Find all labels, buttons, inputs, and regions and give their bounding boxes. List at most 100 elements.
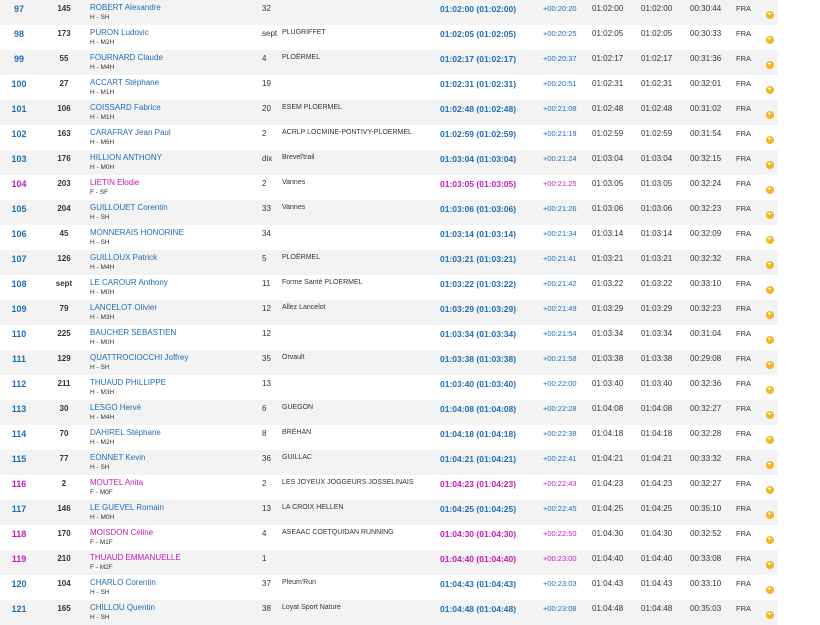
runner-name-link[interactable]: CHILLOU Quentin: [90, 603, 262, 613]
runner-cell: MOUTEL Anita F - M0F: [90, 475, 262, 500]
plus-circle-icon[interactable]: +: [765, 411, 774, 419]
plus-circle-icon[interactable]: +: [765, 111, 774, 119]
plus-circle-icon[interactable]: +: [765, 261, 774, 269]
runner-name-link[interactable]: CARAFRAY Jean Paul: [90, 128, 262, 138]
table-row[interactable]: 114 70 DAHIREL Stéphane H - M2H 8 BRÉHAN…: [0, 425, 778, 450]
runner-name-link[interactable]: LIETIN Elodie: [90, 178, 262, 188]
runner-name-link[interactable]: GUILLOUX Patrick: [90, 253, 262, 263]
time-1-cell: 01:02:48: [592, 104, 624, 113]
table-row[interactable]: 98 173 PURON Ludovic H - M2H sept PLUGRI…: [0, 25, 778, 50]
gap-cell: +00:21:49: [543, 304, 577, 313]
category-label: H - M1H: [90, 89, 115, 96]
runner-name-link[interactable]: GUILLOUET Corentin: [90, 203, 262, 213]
table-row[interactable]: 102 163 CARAFRAY Jean Paul H - M6H 2 ACR…: [0, 125, 778, 150]
plus-circle-icon[interactable]: +: [765, 286, 774, 294]
time-2-cell: 01:03:38: [641, 354, 673, 363]
club-cell: [282, 225, 440, 250]
runner-name-link[interactable]: THUAUD EMMANUELLE: [90, 553, 262, 563]
gap-cell: +00:21:08: [543, 104, 577, 113]
plus-circle-icon[interactable]: +: [765, 511, 774, 519]
plus-circle-icon[interactable]: +: [765, 311, 774, 319]
table-row[interactable]: 110 225 BAUCHER SEBASTIEN H - M0H 12 01:…: [0, 325, 778, 350]
category-rank-cell: 8: [262, 429, 267, 438]
plus-circle-icon[interactable]: +: [765, 436, 774, 444]
time-2-cell: 01:04:08: [641, 404, 673, 413]
runner-name-link[interactable]: LESGO Hervé: [90, 403, 262, 413]
club-cell: PLOËRMEL: [282, 54, 321, 61]
table-row[interactable]: 99 55 FOURNARD Claude H - M4H 4 PLOËRMEL…: [0, 50, 778, 75]
table-row[interactable]: 101 106 COISSARD Fabrice H - M1H 20 ESEM…: [0, 100, 778, 125]
action-cell: +: [761, 200, 778, 225]
plus-circle-icon[interactable]: +: [765, 61, 774, 69]
table-row[interactable]: 113 30 LESGO Hervé H - M4H 6 GUEGON 01:0…: [0, 400, 778, 425]
plus-circle-icon[interactable]: +: [765, 236, 774, 244]
bib-cell: 173: [57, 29, 71, 38]
split-time-cell: 00:32:52: [690, 529, 722, 538]
runner-name-link[interactable]: ACCART Stéphane: [90, 78, 262, 88]
runner-name-link[interactable]: HILLION ANTHONY: [90, 153, 262, 163]
table-row[interactable]: 104 203 LIETIN Elodie F - SF 2 Vannes 01…: [0, 175, 778, 200]
table-row[interactable]: 100 27 ACCART Stéphane H - M1H 19 01:02:…: [0, 75, 778, 100]
plus-circle-icon[interactable]: +: [765, 86, 774, 94]
plus-circle-icon[interactable]: +: [765, 211, 774, 219]
gap-cell: +00:20:51: [543, 79, 577, 88]
runner-name-link[interactable]: MONNERAIS HONORINE: [90, 228, 262, 238]
table-row[interactable]: 109 79 LANCELOT Olivier H - M3H 12 Allez…: [0, 300, 778, 325]
runner-name-link[interactable]: ROBERT Alexandre: [90, 3, 262, 13]
plus-circle-icon[interactable]: +: [765, 561, 774, 569]
table-row[interactable]: 116 2 MOUTEL Anita F - M0F 2 LES JOYEUX …: [0, 475, 778, 500]
runner-name-link[interactable]: THUAUD PHILLIPPE: [90, 378, 262, 388]
club-cell: Brevel'trail: [282, 154, 315, 161]
table-row[interactable]: 112 211 THUAUD PHILLIPPE H - M3H 13 01:0…: [0, 375, 778, 400]
table-row[interactable]: 121 165 CHILLOU Quentin H - SH 38 Loyat …: [0, 600, 778, 625]
plus-circle-icon[interactable]: +: [765, 361, 774, 369]
plus-circle-icon[interactable]: +: [765, 11, 774, 19]
time-1-cell: 01:04:48: [592, 604, 624, 613]
plus-circle-icon[interactable]: +: [765, 161, 774, 169]
runner-name-link[interactable]: FOURNARD Claude: [90, 53, 262, 63]
table-row[interactable]: 97 145 ROBERT Alexandre H - SH 32 01:02:…: [0, 0, 778, 25]
time-2-cell: 01:02:59: [641, 129, 673, 138]
table-row[interactable]: 119 210 THUAUD EMMANUELLE F - M2F 1 01:0…: [0, 550, 778, 575]
runner-name-link[interactable]: MOISDON Céline: [90, 528, 262, 538]
time-1-cell: 01:04:43: [592, 579, 624, 588]
plus-circle-icon[interactable]: +: [765, 461, 774, 469]
rank-cell: 115: [11, 454, 27, 464]
table-row[interactable]: 107 126 GUILLOUX Patrick H - M4H 5 PLOËR…: [0, 250, 778, 275]
runner-name-link[interactable]: LE GUEVEL Romain: [90, 503, 262, 513]
runner-name-link[interactable]: COISSARD Fabrice: [90, 103, 262, 113]
table-row[interactable]: 120 104 CHARLO Corentin H - SH 37 Pleum'…: [0, 575, 778, 600]
runner-name-link[interactable]: QUATTROCIOCCHI Joffrey: [90, 353, 262, 363]
runner-name-link[interactable]: LE CAROUR Anthony: [90, 278, 262, 288]
runner-name-link[interactable]: EONNET Kevin: [90, 453, 262, 463]
table-row[interactable]: 117 146 LE GUEVEL Romain H - M0H 13 LA C…: [0, 500, 778, 525]
table-row[interactable]: 106 45 MONNERAIS HONORINE H - SH 34 01:0…: [0, 225, 778, 250]
table-row[interactable]: 108 sept LE CAROUR Anthony H - M0H 11 Fo…: [0, 275, 778, 300]
plus-circle-icon[interactable]: +: [765, 36, 774, 44]
category-rank-cell: 38: [262, 604, 271, 613]
plus-circle-icon[interactable]: +: [765, 586, 774, 594]
plus-circle-icon[interactable]: +: [765, 536, 774, 544]
plus-circle-icon[interactable]: +: [765, 336, 774, 344]
plus-circle-icon[interactable]: +: [765, 186, 774, 194]
runner-name-link[interactable]: BAUCHER SEBASTIEN: [90, 328, 262, 338]
nationality-cell: FRA: [736, 404, 751, 413]
plus-circle-icon[interactable]: +: [765, 136, 774, 144]
action-cell: +: [761, 125, 778, 150]
runner-name-link[interactable]: MOUTEL Anita: [90, 478, 262, 488]
runner-name-link[interactable]: CHARLO Corentin: [90, 578, 262, 588]
plus-circle-icon[interactable]: +: [765, 611, 774, 619]
plus-circle-icon[interactable]: +: [765, 486, 774, 494]
runner-name-link[interactable]: PURON Ludovic: [90, 28, 262, 38]
table-row[interactable]: 115 77 EONNET Kevin H - SH 36 GUILLAC 01…: [0, 450, 778, 475]
club-cell: ESEM PLOERMEL: [282, 104, 342, 111]
table-row[interactable]: 105 204 GUILLOUET Corentin H - SH 33 Van…: [0, 200, 778, 225]
plus-circle-icon[interactable]: +: [765, 386, 774, 394]
table-row[interactable]: 111 129 QUATTROCIOCCHI Joffrey H - SH 35…: [0, 350, 778, 375]
runner-name-link[interactable]: LANCELOT Olivier: [90, 303, 262, 313]
table-row[interactable]: 118 170 MOISDON Céline F - M1F 4 ASEAAC …: [0, 525, 778, 550]
rank-cell: 111: [11, 354, 27, 364]
runner-name-link[interactable]: DAHIREL Stéphane: [90, 428, 262, 438]
table-row[interactable]: 103 176 HILLION ANTHONY H - M0H dix Brev…: [0, 150, 778, 175]
nationality-cell: FRA: [736, 129, 751, 138]
